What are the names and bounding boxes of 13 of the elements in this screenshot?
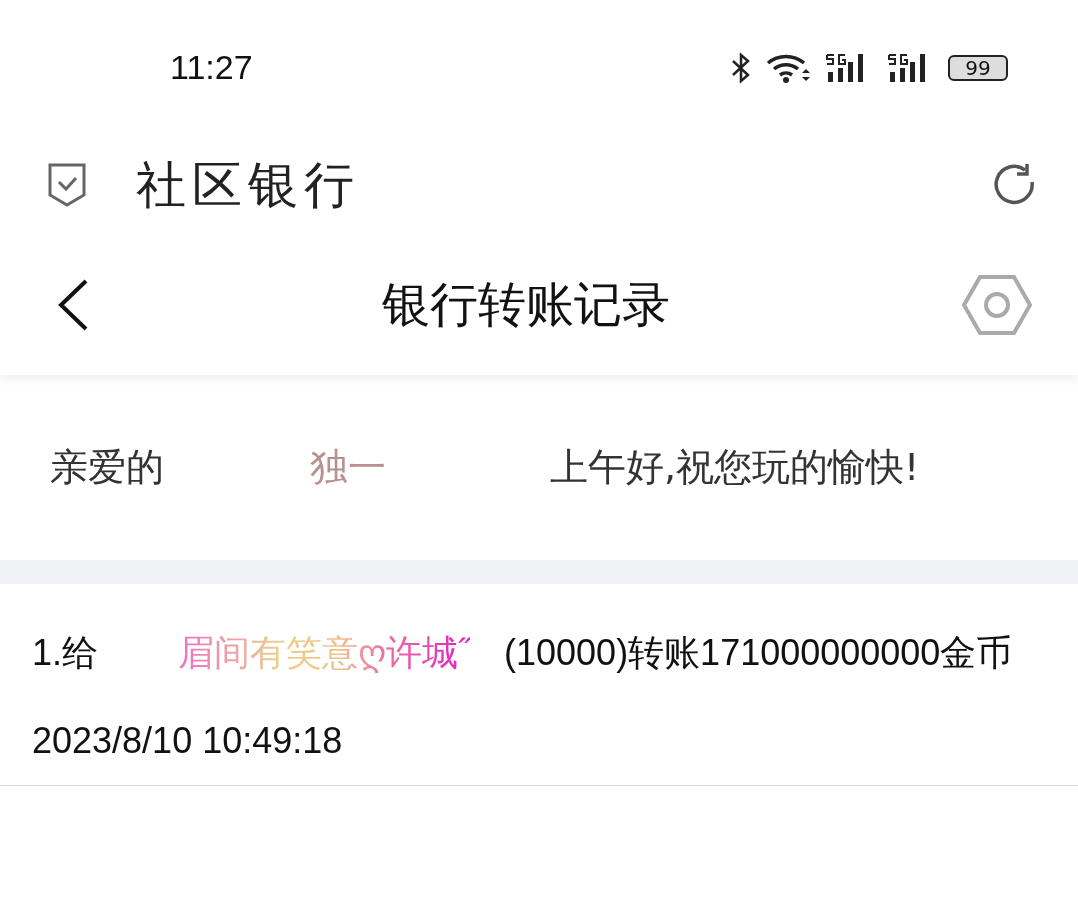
wifi-icon <box>766 52 810 83</box>
record-time: 2023/8/10 10:49:18 <box>32 719 344 763</box>
record-text: 1.给 眉间有笑意ღ许城˝ (10000)转账171000000000金币 <box>32 631 1014 675</box>
greeting-salutation: 亲爱的 <box>50 444 164 491</box>
bluetooth-icon <box>730 51 752 84</box>
status-time: 11:27 <box>170 48 253 87</box>
back-icon[interactable] <box>56 278 90 332</box>
user-name: 独一 <box>310 444 387 491</box>
battery-indicator: 99 <box>948 54 1008 81</box>
greeting-message: 上午好,祝您玩的愉快! <box>550 444 920 491</box>
shield-check-icon <box>48 163 86 207</box>
page-title: 银行转账记录 <box>381 275 671 334</box>
app-title: 社区银行 <box>136 154 360 216</box>
